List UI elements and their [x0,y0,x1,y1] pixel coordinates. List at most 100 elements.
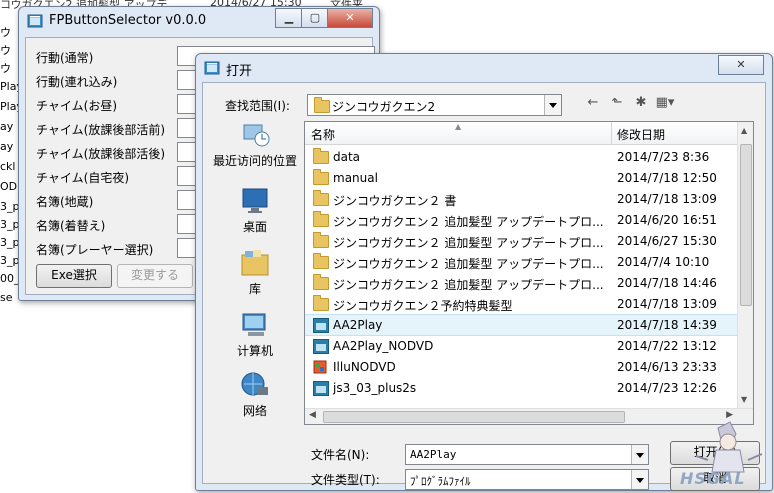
folder-icon [313,211,329,227]
file-name: ジンコウガクエン２ 書 [333,194,457,208]
field-label: 名簿(着替え) [36,219,106,233]
file-date: 2014/7/18 13:09 [617,297,717,311]
navigation-toolbar: ← ⬑ ✱ ▦▾ [583,94,679,114]
exe-select-button[interactable]: Exe選択 [36,264,112,288]
minimize-icon: ▁ [284,11,294,24]
application-icon [313,339,329,354]
file-row-selected[interactable]: AA2Play 2014/7/18 14:39 [305,314,739,336]
dialog-close-button[interactable]: ✕ [718,55,764,75]
place-label: 库 [248,282,261,296]
chevron-down-icon[interactable] [631,445,648,464]
chevron-down-icon[interactable] [631,470,648,489]
watermark-logo: HSGAL [678,420,770,490]
column-divider[interactable] [611,122,612,144]
places-bar: 最近访问的位置 桌面 库 计算机 网络 [209,121,301,421]
place-label: 最近访问的位置 [212,154,297,168]
file-name: AA2Play [333,318,383,332]
close-icon: ✕ [736,58,746,71]
place-desktop[interactable]: 桌面 [209,187,301,234]
field-label: 行動(連れ込み) [36,75,118,89]
scroll-up-icon[interactable]: ▲ [741,126,747,135]
file-name-combobox[interactable]: AA2Play [405,444,649,465]
file-row[interactable]: ジンコウガクエン２ 追加髪型 アップデートプロ... 2014/7/18 14:… [305,273,738,293]
file-row[interactable]: ジンコウガクエン２ 追加髪型 アップデートプロ... 2014/6/27 15:… [305,231,738,251]
place-network[interactable]: 网络 [209,371,301,418]
bg-file-fragment[interactable]: ay [0,120,13,133]
file-name-label: 文件名(N): [311,448,370,462]
place-library[interactable]: 库 [209,249,301,296]
file-name: ジンコウガクエン２予約特典髪型 [333,299,513,313]
app-icon [27,14,43,28]
bg-file-fragment[interactable]: 3_p [0,236,19,249]
field-label: チャイム(自宅夜) [36,171,130,185]
bg-file-fragment[interactable]: ckl [0,160,15,173]
file-date: 2014/6/27 15:30 [617,234,717,248]
vertical-scrollbar[interactable]: ▲ ▼ [737,122,753,408]
place-computer[interactable]: 计算机 [209,311,301,358]
watermark-text: HSGAL [680,469,746,488]
close-button[interactable]: ✕ [327,8,373,28]
file-date: 2014/6/20 16:51 [617,213,717,227]
column-header-date[interactable]: 修改日期 [617,126,665,143]
network-icon [241,372,268,396]
bg-file-fragment[interactable]: ウ [0,60,11,76]
back-arrow-icon[interactable]: ← [583,94,603,112]
file-row[interactable]: ジンコウガクエン２ 追加髪型 アップデートプロ... 2014/7/4 10:1… [305,252,738,272]
file-type-value: ﾌﾟﾛｸﾞﾗﾑﾌｧｲﾙ [410,475,471,488]
scroll-down-icon[interactable]: ▼ [741,395,747,404]
installer-icon [313,360,327,374]
look-in-dropdown[interactable]: ジンコウガクエン2 [307,94,562,116]
file-date: 2014/7/23 12:26 [617,381,717,395]
file-row[interactable]: IlluNODVD 2014/6/13 23:33 [305,357,738,377]
chevron-down-icon [544,95,561,115]
desktop-icon [242,188,268,213]
folder-icon [313,274,329,290]
look-in-value: ジンコウガクエン2 [332,100,436,114]
bg-file-fragment[interactable]: 3_p [0,254,19,267]
file-list: ▲ 名称 修改日期 data 2014/7/23 8:36 manual 201… [304,121,754,425]
field-label: チャイム(お昼) [36,99,118,113]
column-header-name[interactable]: 名称 [311,126,335,143]
file-row[interactable]: ジンコウガクエン２ 書 2014/7/18 13:09 [305,189,738,209]
scroll-left-icon[interactable]: ◀ [309,410,316,420]
scroll-right-icon[interactable]: ▶ [726,410,733,420]
minimize-button[interactable]: ▁ [275,8,303,28]
bg-file-fragment[interactable]: ウ [0,42,11,58]
file-name: ジンコウガクエン２ 追加髪型 アップデートプロ... [333,215,604,229]
up-folder-icon[interactable]: ⬑ [607,94,627,112]
look-in-label: 查找范围(I): [225,99,290,113]
file-row[interactable]: js3_03_plus2s 2014/7/23 12:26 [305,378,738,398]
file-row[interactable]: AA2Play_NODVD 2014/7/22 13:12 [305,336,738,356]
folder-icon [314,97,330,113]
folder-icon [313,148,329,164]
application-icon [313,381,329,396]
bg-file-fragment[interactable]: 3_p [0,218,19,231]
file-row[interactable]: ジンコウガクエン２予約特典髪型 2014/7/18 13:09 [305,294,738,314]
place-recent[interactable]: 最近访问的位置 [209,121,301,168]
bg-file-fragment[interactable]: se [0,291,13,304]
recent-places-icon [243,124,270,147]
maximize-button[interactable]: ▢ [301,8,329,28]
file-name: ジンコウガクエン２ 追加髪型 アップデートプロ... [333,278,604,292]
file-type-dropdown[interactable]: ﾌﾟﾛｸﾞﾗﾑﾌｧｲﾙ [405,469,649,490]
new-folder-icon[interactable]: ✱ [631,94,651,112]
horizontal-scroll-thumb[interactable] [323,411,625,423]
bg-file-fragment[interactable]: 3_p [0,200,19,213]
change-button[interactable]: 変更する [117,264,193,288]
file-date: 2014/6/13 23:33 [617,360,717,374]
file-name: AA2Play_NODVD [333,339,434,353]
file-date: 2014/7/18 14:39 [617,318,717,332]
bg-file-fragment[interactable]: ウ [0,24,11,40]
bg-file-fragment[interactable]: ay [0,140,13,153]
window-titlebar[interactable]: FPButtonSelector v0.0.0 ▁ ▢ ✕ [19,7,379,35]
file-row[interactable]: manual 2014/7/18 12:50 [305,168,738,188]
maximize-icon: ▢ [309,11,321,24]
file-date: 2014/7/18 12:50 [617,171,717,185]
file-row[interactable]: data 2014/7/23 8:36 [305,147,738,167]
dialog-titlebar[interactable]: 打开 ✕ [196,54,772,82]
file-row[interactable]: ジンコウガクエン２ 追加髪型 アップデートプロ... 2014/6/20 16:… [305,210,738,230]
file-date: 2014/7/18 13:09 [617,192,717,206]
application-icon [313,318,329,333]
view-menu-icon[interactable]: ▦▾ [655,94,675,112]
vertical-scroll-thumb[interactable] [740,144,752,306]
